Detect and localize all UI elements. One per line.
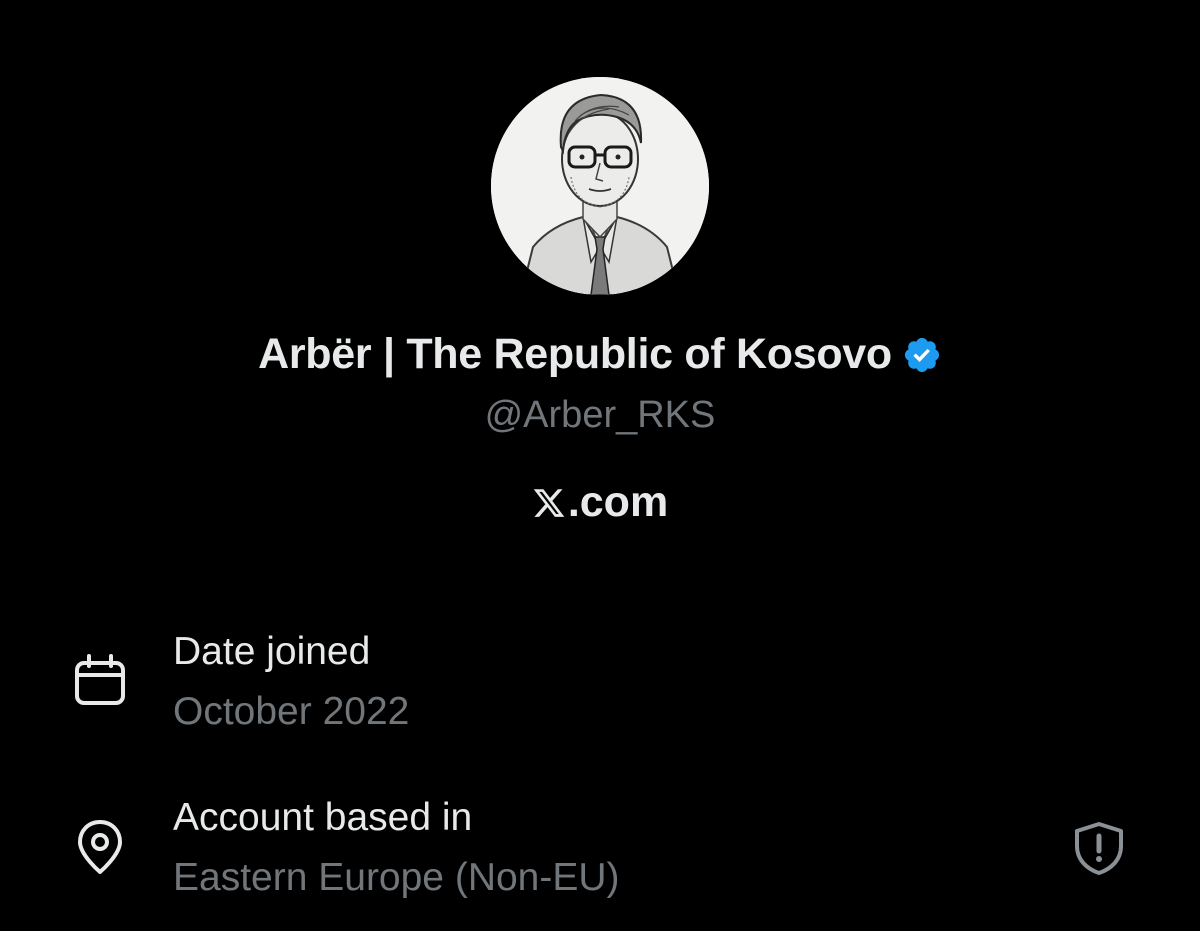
shield-alert-icon[interactable] [1071, 820, 1127, 876]
location-pin-icon [72, 818, 128, 874]
display-name: Arbër | The Republic of Kosovo [258, 330, 892, 378]
avatar[interactable] [491, 77, 709, 295]
display-name-row: Arbër | The Republic of Kosovo [0, 330, 1200, 379]
website-link[interactable]: .com [0, 478, 1200, 527]
avatar-portrait [491, 77, 709, 295]
verified-badge-icon[interactable] [902, 335, 942, 375]
calendar-icon [72, 652, 128, 708]
based-in-label: Account based in [173, 796, 473, 839]
based-in-value: Eastern Europe (Non-EU) [173, 856, 620, 899]
website-text: .com [567, 478, 669, 526]
user-handle: @Arber_RKS [484, 394, 716, 436]
date-joined-value: October 2022 [173, 690, 410, 733]
x-logo-icon [532, 486, 566, 520]
date-joined-label: Date joined [173, 630, 371, 673]
